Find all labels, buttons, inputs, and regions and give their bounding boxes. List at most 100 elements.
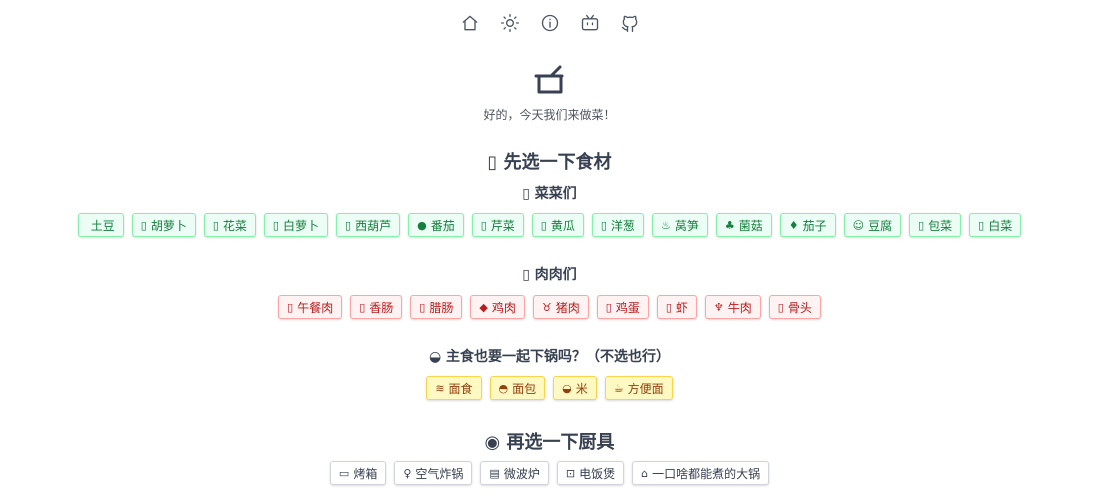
vegetable-tag-label: 莴笋 bbox=[674, 218, 699, 233]
vegetable-tag-3[interactable]: ▯ 白萝卜 bbox=[263, 213, 328, 237]
tool-tag-1[interactable]: ♀ 空气炸锅 bbox=[394, 461, 473, 485]
tool-tag-2[interactable]: ▤ 微波炉 bbox=[480, 461, 549, 485]
meat-tag-icon: ♆ bbox=[713, 300, 724, 314]
github-link[interactable] bbox=[617, 10, 643, 36]
meat-tag-4[interactable]: ♉ 猪肉 bbox=[532, 295, 589, 319]
staple-tag-1[interactable]: ◓ 面包 bbox=[489, 376, 546, 400]
tool-tag-0[interactable]: ▭ 烤箱 bbox=[329, 461, 387, 485]
vegetable-tag-label: 白菜 bbox=[988, 218, 1013, 233]
vegetable-tag-icon: ● bbox=[417, 218, 427, 232]
meat-tag-icon: ▯ bbox=[419, 300, 426, 314]
bilibili-icon bbox=[581, 14, 598, 31]
meat-tag-label: 午餐肉 bbox=[297, 300, 334, 315]
meat-tag-0[interactable]: ▯ 午餐肉 bbox=[278, 295, 343, 319]
meat-tag-label: 香肠 bbox=[369, 300, 394, 315]
tool-tag-icon: ♀ bbox=[403, 466, 412, 480]
meat-tag-icon: ▯ bbox=[359, 300, 366, 314]
tools-heading: ◉ 再选一下厨具 bbox=[0, 428, 1099, 454]
vegetable-tag-9[interactable]: ♨ 莴笋 bbox=[651, 213, 708, 237]
vegetable-tag-icon: ▯ bbox=[540, 218, 547, 232]
meat-tag-7[interactable]: ♆ 牛肉 bbox=[704, 295, 761, 319]
tool-tag-3[interactable]: ⊡ 电饭煲 bbox=[556, 461, 625, 485]
meat-tag-6[interactable]: ▯ 虾 bbox=[656, 295, 697, 319]
tool-tag-4[interactable]: ⌂ 一口啥都能煮的大锅 bbox=[632, 461, 770, 485]
meat-tag-1[interactable]: ▯ 香肠 bbox=[350, 295, 403, 319]
meat-tag-8[interactable]: ▯ 骨头 bbox=[768, 295, 821, 319]
vegetable-tag-label: 洋葱 bbox=[610, 218, 635, 233]
box-icon: ▯ bbox=[487, 152, 498, 173]
meat-tag-label: 鸡蛋 bbox=[615, 300, 640, 315]
tool-tag-label: 空气炸锅 bbox=[415, 466, 464, 481]
theme-toggle-button[interactable] bbox=[497, 10, 523, 36]
meat-tag-label: 虾 bbox=[675, 300, 688, 315]
vegetable-tag-5[interactable]: ● 番茄 bbox=[408, 213, 464, 237]
staples-heading-text: 主食也要一起下锅吗？（不选也行） bbox=[446, 349, 671, 365]
vegetable-tag-10[interactable]: ♣ 菌菇 bbox=[715, 213, 772, 237]
github-icon bbox=[621, 15, 637, 32]
tools-heading-text: 再选一下厨具 bbox=[506, 432, 615, 453]
cookware-icon: ◉ bbox=[484, 432, 501, 453]
vegetable-tag-11[interactable]: ♦ 茄子 bbox=[779, 213, 836, 237]
meat-tag-label: 牛肉 bbox=[727, 300, 752, 315]
vegetable-tag-label: 菌菇 bbox=[738, 218, 763, 233]
vegetable-tag-icon: ▯ bbox=[480, 218, 487, 232]
meat-tag-icon: ▯ bbox=[287, 300, 294, 314]
ingredients-heading-text: 先选一下食材 bbox=[503, 152, 612, 173]
vegetable-tag-label: 茄子 bbox=[802, 218, 827, 233]
staple-tag-label: 米 bbox=[575, 381, 588, 396]
vegetable-tag-4[interactable]: ▯ 西葫芦 bbox=[336, 213, 401, 237]
vegetable-tag-label: 白萝卜 bbox=[282, 218, 319, 233]
ingredients-heading: ▯ 先选一下食材 bbox=[0, 148, 1099, 174]
meats-heading: ▯ 肉肉们 bbox=[0, 264, 1099, 284]
meat-tag-icon: ▯ bbox=[777, 300, 784, 314]
top-nav bbox=[0, 10, 1099, 36]
tool-tag-label: 电饭煲 bbox=[579, 466, 616, 481]
staple-tag-0[interactable]: ≋ 面食 bbox=[426, 376, 482, 400]
staple-tag-3[interactable]: ☕ 方便面 bbox=[604, 376, 673, 400]
meat-tag-label: 腊肠 bbox=[429, 300, 454, 315]
vegetable-tag-icon: ▯ bbox=[978, 218, 985, 232]
bilibili-link[interactable] bbox=[577, 10, 603, 36]
vegetable-tag-12[interactable]: ☺ 豆腐 bbox=[843, 213, 902, 237]
box-icon: ▯ bbox=[522, 267, 530, 283]
tagline: 好的，今天我们来做菜！ bbox=[483, 108, 616, 122]
tool-tag-label: 微波炉 bbox=[503, 466, 540, 481]
staple-tag-label: 面食 bbox=[448, 381, 473, 396]
vegetable-tag-0[interactable]: 土豆 bbox=[77, 213, 124, 237]
meat-list: ▯ 午餐肉 ▯ 香肠 ▯ 腊肠 ◆ 鸡肉 ♉ 猪肉 ▯ 鸡蛋 ▯ 虾 ♆ 牛肉 ▯ 骨头 bbox=[0, 295, 1099, 319]
vegetable-tag-14[interactable]: ▯ 白菜 bbox=[969, 213, 1022, 237]
tool-tag-icon: ▤ bbox=[489, 466, 500, 480]
vegetable-tag-icon: ▯ bbox=[140, 218, 147, 232]
vegetable-tag-6[interactable]: ▯ 芹菜 bbox=[471, 213, 524, 237]
vegetable-tag-7[interactable]: ▯ 黄瓜 bbox=[531, 213, 584, 237]
vegetable-tag-2[interactable]: ▯ 花菜 bbox=[203, 213, 256, 237]
meat-tag-5[interactable]: ▯ 鸡蛋 bbox=[596, 295, 649, 319]
about-button[interactable] bbox=[537, 10, 563, 36]
staple-tag-2[interactable]: ◒ 米 bbox=[553, 376, 597, 400]
tool-tag-label: 烤箱 bbox=[353, 466, 378, 481]
vegetable-tag-label: 芹菜 bbox=[490, 218, 515, 233]
vegetable-tag-13[interactable]: ▯ 包菜 bbox=[909, 213, 962, 237]
staple-list: ≋ 面食 ◓ 面包 ◒ 米 ☕ 方便面 bbox=[0, 376, 1099, 400]
bowl-icon: ◒ bbox=[428, 349, 442, 365]
sun-icon bbox=[500, 14, 519, 32]
staple-tag-icon: ◓ bbox=[498, 381, 509, 395]
vegetable-tag-8[interactable]: ▯ 洋葱 bbox=[591, 213, 644, 237]
vegetable-tag-icon: ▯ bbox=[345, 218, 352, 232]
meat-tag-2[interactable]: ▯ 腊肠 bbox=[410, 295, 463, 319]
pot-icon bbox=[534, 65, 563, 94]
meat-tag-icon: ▯ bbox=[605, 300, 612, 314]
home-button[interactable] bbox=[457, 10, 483, 36]
staple-tag-label: 方便面 bbox=[627, 381, 664, 396]
meat-tag-icon: ▯ bbox=[665, 300, 672, 314]
tool-tag-icon: ⌂ bbox=[641, 466, 649, 480]
staple-tag-icon: ≋ bbox=[435, 381, 445, 395]
meat-tag-label: 骨头 bbox=[787, 300, 812, 315]
home-icon bbox=[462, 15, 477, 31]
meat-tag-3[interactable]: ◆ 鸡肉 bbox=[470, 295, 525, 319]
vegetable-tag-icon: ▯ bbox=[600, 218, 607, 232]
staples-heading: ◒ 主食也要一起下锅吗？（不选也行） bbox=[0, 346, 1099, 366]
meat-tag-label: 猪肉 bbox=[555, 300, 580, 315]
vegetable-tag-label: 花菜 bbox=[222, 218, 247, 233]
vegetable-tag-1[interactable]: ▯ 胡萝卜 bbox=[131, 213, 196, 237]
